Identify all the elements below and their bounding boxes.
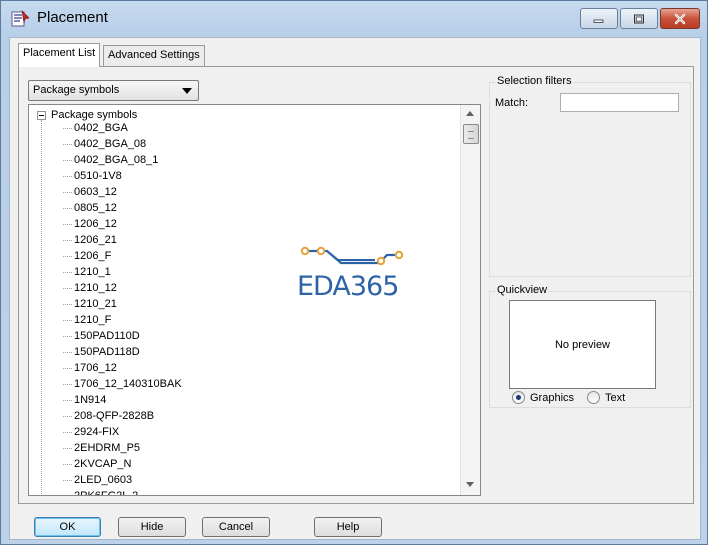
eda365-watermark: EDA365 [297, 243, 413, 303]
tree-item[interactable]: 0402_BGA_08 [41, 136, 182, 152]
tab-placement-list[interactable]: Placement List [18, 43, 101, 67]
tree-item[interactable]: 2LED_0603 [41, 472, 182, 488]
tree-item[interactable]: 2PK6FG2L-2 [41, 488, 182, 495]
tree-item[interactable]: 150PAD110D [41, 328, 182, 344]
minimize-icon [593, 19, 604, 23]
tree-item[interactable]: 1210_21 [41, 296, 182, 312]
tree-item[interactable]: 1706_12 [41, 360, 182, 376]
tree-item[interactable]: 208-QFP-2828B [41, 408, 182, 424]
tree-item[interactable]: 0805_12 [41, 200, 182, 216]
collapse-icon[interactable] [37, 110, 46, 120]
hide-button[interactable]: Hide [118, 517, 186, 537]
tree-item[interactable]: 1706_12_140310BAK [41, 376, 182, 392]
scroll-down-icon[interactable] [466, 482, 474, 487]
dropdown-arrow-icon [182, 88, 192, 94]
maximize-button[interactable] [620, 8, 658, 29]
selection-filters-group: Selection filters Match: [489, 75, 691, 277]
tree-item[interactable]: 1210_1 [41, 264, 182, 280]
tree-item[interactable]: 1210_F [41, 312, 182, 328]
radio-checked-icon[interactable] [512, 391, 525, 404]
tree-item[interactable]: 150PAD118D [41, 344, 182, 360]
help-button[interactable]: Help [314, 517, 382, 537]
tree-item[interactable]: 1N914 [41, 392, 182, 408]
scroll-up-icon[interactable] [466, 111, 474, 116]
preview-box: No preview [509, 300, 656, 389]
minimize-button[interactable] [580, 8, 618, 29]
tree-item[interactable]: 0603_12 [41, 184, 182, 200]
text-radio-label: Text [605, 391, 626, 404]
tree-scrollbar[interactable] [460, 105, 480, 495]
close-icon [674, 13, 686, 24]
quickview-title: Quickview [496, 284, 549, 296]
tree-item[interactable]: 1206_F [41, 248, 182, 264]
preview-text: No preview [554, 338, 611, 351]
cancel-button[interactable]: Cancel [202, 517, 270, 537]
ok-button[interactable]: OK [34, 517, 101, 537]
watermark-text: EDA365 [297, 271, 399, 302]
graphics-radio-label: Graphics [530, 391, 575, 404]
tree-item[interactable]: 2EHDRM_P5 [41, 440, 182, 456]
tree-item[interactable]: 1206_12 [41, 216, 182, 232]
symbol-type-dropdown[interactable]: Package symbols [28, 80, 199, 101]
app-icon [11, 10, 30, 27]
tab-advanced-settings[interactable]: Advanced Settings [103, 45, 205, 66]
close-button[interactable] [660, 8, 700, 29]
dialog-client-area: Placement List Advanced Settings Package… [9, 37, 701, 540]
tree-item[interactable]: 0402_BGA [41, 120, 182, 136]
tree-item[interactable]: 2KVCAP_N [41, 456, 182, 472]
placement-window: Placement Placement List Advanced Settin… [0, 0, 708, 545]
scroll-thumb[interactable] [463, 124, 479, 144]
quickview-group: Quickview No preview Graphics Text [489, 284, 691, 408]
title-bar[interactable]: Placement [1, 1, 707, 35]
tree-item[interactable]: 1206_21 [41, 232, 182, 248]
tree-item[interactable]: 2924-FIX [41, 424, 182, 440]
tree-items: 0402_BGA 0402_BGA_08 0402_BGA_08_1 0510-1V8… [41, 120, 182, 495]
match-label: Match: [495, 97, 529, 109]
graphics-radio[interactable]: Graphics [512, 391, 574, 404]
window-title: Placement [37, 9, 108, 26]
tree-item[interactable]: 0402_BGA_08_1 [41, 152, 182, 168]
symbol-tree[interactable]: Package symbols 0402_BGA 0402_BGA_08 0402_… [28, 104, 481, 496]
selection-filters-title: Selection filters [496, 75, 573, 87]
tree-item[interactable]: 0510-1V8 [41, 168, 182, 184]
circuit-trace-icon [300, 246, 404, 266]
maximize-icon [634, 14, 644, 23]
match-input[interactable] [560, 93, 679, 112]
text-radio[interactable]: Text [587, 391, 625, 404]
tree-item[interactable]: 1210_12 [41, 280, 182, 296]
dropdown-value: Package symbols [33, 84, 120, 96]
radio-unchecked-icon[interactable] [587, 391, 600, 404]
